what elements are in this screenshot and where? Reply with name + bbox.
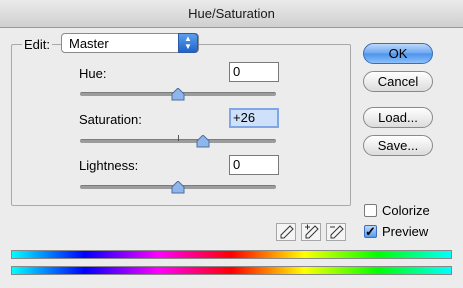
output-spectrum-bar [11,266,452,275]
eyedropper-button[interactable] [276,223,296,241]
eyedropper-minus-button[interactable] [326,223,346,241]
eyedropper-plus-icon [305,224,319,239]
lightness-slider-thumb[interactable] [171,181,185,194]
edit-select-value: Master [69,36,109,51]
saturation-slider-thumb[interactable] [196,135,210,148]
lightness-input[interactable]: 0 [229,155,279,175]
save-button[interactable]: Save... [363,135,433,156]
saturation-label: Saturation: [79,112,142,127]
saturation-center-tick [178,135,179,141]
hue-input[interactable]: 0 [229,62,279,82]
eyedropper-minus-icon [330,225,344,239]
saturation-input[interactable]: +26 [229,108,279,128]
select-arrows-icon: ▲ ▼ [178,33,198,53]
hue-label: Hue: [79,66,107,81]
load-button[interactable]: Load... [363,107,433,128]
eyedropper-plus-button[interactable] [301,223,321,241]
preview-checkbox[interactable]: ✓ [364,225,377,238]
input-spectrum-bar [11,250,452,259]
hue-slider-thumb[interactable] [171,88,185,101]
eyedropper-icon [280,225,294,239]
title-bar[interactable]: Hue/Saturation [0,0,463,28]
edit-label: Edit: [22,37,53,52]
preview-label[interactable]: Preview [382,224,428,239]
edit-select[interactable]: Master ▲ ▼ [61,33,199,53]
window-title: Hue/Saturation [188,6,275,21]
cancel-button[interactable]: Cancel [363,71,433,92]
colorize-checkbox[interactable] [364,204,377,217]
ok-button[interactable]: OK [363,43,433,64]
lightness-label: Lightness: [79,158,139,173]
colorize-label[interactable]: Colorize [382,203,430,218]
